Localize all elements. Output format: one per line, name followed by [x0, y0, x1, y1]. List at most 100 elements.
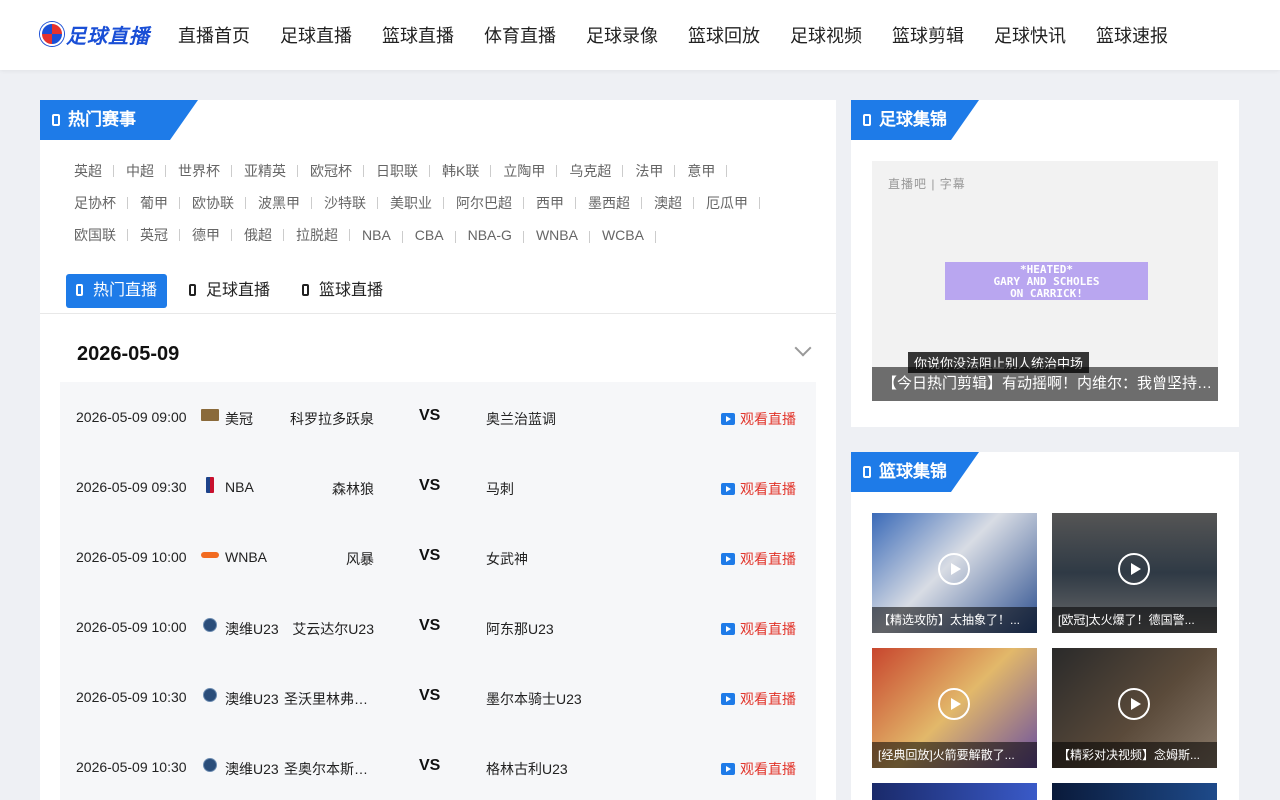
watch-live-link[interactable]: 观看直播	[721, 479, 796, 499]
video-thumb[interactable]: [欧冠]太火爆了！德国警...	[1052, 513, 1217, 633]
nav-item-football-live[interactable]: 足球直播	[280, 22, 352, 48]
nav-item-home[interactable]: 直播首页	[178, 22, 250, 48]
hot-events-list: 英超 中超 世界杯 亚精英 欧冠杯 日职联 韩K联 立陶甲 乌克超 法甲 意甲 足协杯 葡甲 欧协联 波黑…	[62, 155, 822, 251]
league-tag[interactable]: 厄瓜甲	[694, 193, 760, 213]
featured-video[interactable]: 直播吧 | 字幕 *HEATED* GARY AND SCHOLES ON CA…	[872, 161, 1218, 401]
league-tag[interactable]: 澳超	[642, 193, 694, 213]
play-icon	[721, 553, 735, 565]
match-away-team: 墨尔本骑士U23	[486, 691, 582, 707]
nav-item-basketball-replay[interactable]: 篮球回放	[688, 22, 760, 48]
video-thumb[interactable]: 【精彩对决视频】念姆斯...	[1052, 648, 1217, 768]
date-heading: 2026-05-09	[77, 343, 180, 365]
match-row: 2026-05-09 09:30 NBA 森林狼 VS 马刺 观看直播	[60, 452, 816, 522]
league-tag[interactable]: 阿尔巴超	[444, 193, 524, 213]
match-league[interactable]: 澳维U23	[225, 619, 279, 639]
match-time: 2026-05-09 10:30	[76, 759, 187, 775]
watch-live-link[interactable]: 观看直播	[721, 759, 796, 779]
tag-row: 英超 中超 世界杯 亚精英 欧冠杯 日职联 韩K联 立陶甲 乌克超 法甲 意甲	[62, 155, 822, 187]
league-tag[interactable]: NBA	[350, 227, 403, 243]
nav-item-football-news[interactable]: 足球快讯	[994, 22, 1066, 48]
site-logo[interactable]: 足球直播	[40, 19, 150, 49]
league-tag[interactable]: 中超	[114, 161, 166, 181]
league-tag[interactable]: CBA	[403, 227, 456, 243]
video-thumb-caption: 【精彩对决视频】念姆斯...	[1052, 742, 1217, 768]
league-tag[interactable]: 欧协联	[180, 193, 246, 213]
vs-label: VS	[419, 687, 441, 704]
nav-item-football-video[interactable]: 足球视频	[790, 22, 862, 48]
main-panel: 热门赛事 英超 中超 世界杯 亚精英 欧冠杯 日职联 韩K联 立陶甲 乌克超 法甲 意甲 足协杯 葡甲…	[40, 100, 836, 800]
league-tag[interactable]: 世界杯	[166, 161, 232, 181]
globe-icon	[203, 688, 217, 702]
tab-football-live[interactable]: 足球直播	[179, 274, 280, 308]
tag-icon	[863, 114, 871, 126]
league-tag[interactable]: WCBA	[590, 227, 656, 243]
league-tag[interactable]: 俄超	[232, 225, 284, 245]
nav-item-football-replay[interactable]: 足球录像	[586, 22, 658, 48]
vs-label: VS	[419, 477, 441, 494]
video-thumb[interactable]	[1052, 783, 1217, 800]
league-tag[interactable]: 韩K联	[430, 161, 492, 181]
watch-live-link[interactable]: 观看直播	[721, 409, 796, 429]
ball-logo-icon	[40, 22, 64, 46]
hot-events-title: 热门赛事	[40, 100, 198, 140]
nav-item-basketball-clips[interactable]: 篮球剪辑	[892, 22, 964, 48]
league-tag[interactable]: NBA-G	[456, 227, 525, 243]
league-tag[interactable]: 欧国联	[62, 225, 128, 245]
match-league[interactable]: 澳维U23	[225, 689, 279, 709]
league-tag[interactable]: 沙特联	[312, 193, 378, 213]
match-away-team: 阿东那U23	[486, 621, 554, 637]
video-thumb[interactable]: [经典回放]火箭要解散了...	[872, 648, 1037, 768]
match-time: 2026-05-09 10:00	[76, 619, 187, 635]
nav-item-basketball-news[interactable]: 篮球速报	[1096, 22, 1168, 48]
match-away-team: 格林古利U23	[486, 761, 568, 777]
league-tag[interactable]: WNBA	[524, 227, 590, 243]
league-tag[interactable]: 英冠	[128, 225, 180, 245]
match-away-team: 奥兰治蓝调	[486, 411, 556, 427]
nba-logo-icon	[206, 477, 214, 493]
vs-label: VS	[419, 407, 441, 424]
league-tag[interactable]: 足协杯	[62, 193, 128, 213]
watch-live-link[interactable]: 观看直播	[721, 549, 796, 569]
match-away-team: 马刺	[486, 481, 514, 497]
league-tag[interactable]: 墨西超	[576, 193, 642, 213]
tv-icon	[189, 284, 197, 296]
league-tag[interactable]: 葡甲	[128, 193, 180, 213]
league-tag[interactable]: 西甲	[524, 193, 576, 213]
vs-label: VS	[419, 547, 441, 564]
league-tag[interactable]: 德甲	[180, 225, 232, 245]
nav-item-sports-live[interactable]: 体育直播	[484, 22, 556, 48]
match-league[interactable]: 澳维U23	[225, 759, 279, 779]
watch-live-link[interactable]: 观看直播	[721, 689, 796, 709]
tag-icon	[52, 114, 60, 126]
match-league[interactable]: 美冠	[225, 409, 253, 429]
league-tag[interactable]: 亚精英	[232, 161, 298, 181]
video-thumb[interactable]	[872, 783, 1037, 800]
watch-live-link[interactable]: 观看直播	[721, 619, 796, 639]
featured-video-caption[interactable]: 【今日热门剪辑】有动摇啊！内维尔：我曾坚持认为卡里克...	[872, 367, 1218, 401]
video-thumb-caption: 【精选攻防】太抽象了！...	[872, 607, 1037, 633]
tab-basketball-live[interactable]: 篮球直播	[292, 274, 393, 308]
video-thumb-caption: [欧冠]太火爆了！德国警...	[1052, 607, 1217, 633]
match-league[interactable]: NBA	[225, 479, 254, 495]
league-tag[interactable]: 立陶甲	[491, 161, 558, 181]
video-thumb[interactable]: 【精选攻防】太抽象了！...	[872, 513, 1037, 633]
league-tag[interactable]: 波黑甲	[246, 193, 312, 213]
league-tag[interactable]: 拉脱超	[284, 225, 350, 245]
league-tag[interactable]: 乌克超	[557, 161, 624, 181]
league-tag[interactable]: 美职业	[378, 193, 444, 213]
league-tag[interactable]: 日职联	[364, 161, 430, 181]
basketball-highlights-panel: 篮球集锦 【精选攻防】太抽象了！... [欧冠]太火爆了！德国警... [经典回…	[851, 452, 1239, 800]
match-home-team: 风暴	[346, 551, 374, 567]
league-tag[interactable]: 英超	[62, 161, 114, 181]
match-league[interactable]: WNBA	[225, 549, 267, 565]
play-icon	[938, 688, 970, 720]
vs-label: VS	[419, 617, 441, 634]
league-tag[interactable]: 法甲	[623, 161, 676, 181]
play-icon	[938, 553, 970, 585]
chevron-down-icon[interactable]	[794, 339, 812, 357]
match-row: 2026-05-09 10:30 澳维U23 圣沃里林弗洛U... VS 墨尔本骑士U2…	[60, 662, 816, 732]
league-tag[interactable]: 意甲	[675, 161, 728, 181]
tab-hot-live[interactable]: 热门直播	[66, 274, 168, 308]
league-tag[interactable]: 欧冠杯	[298, 161, 364, 181]
nav-item-basketball-live[interactable]: 篮球直播	[382, 22, 454, 48]
